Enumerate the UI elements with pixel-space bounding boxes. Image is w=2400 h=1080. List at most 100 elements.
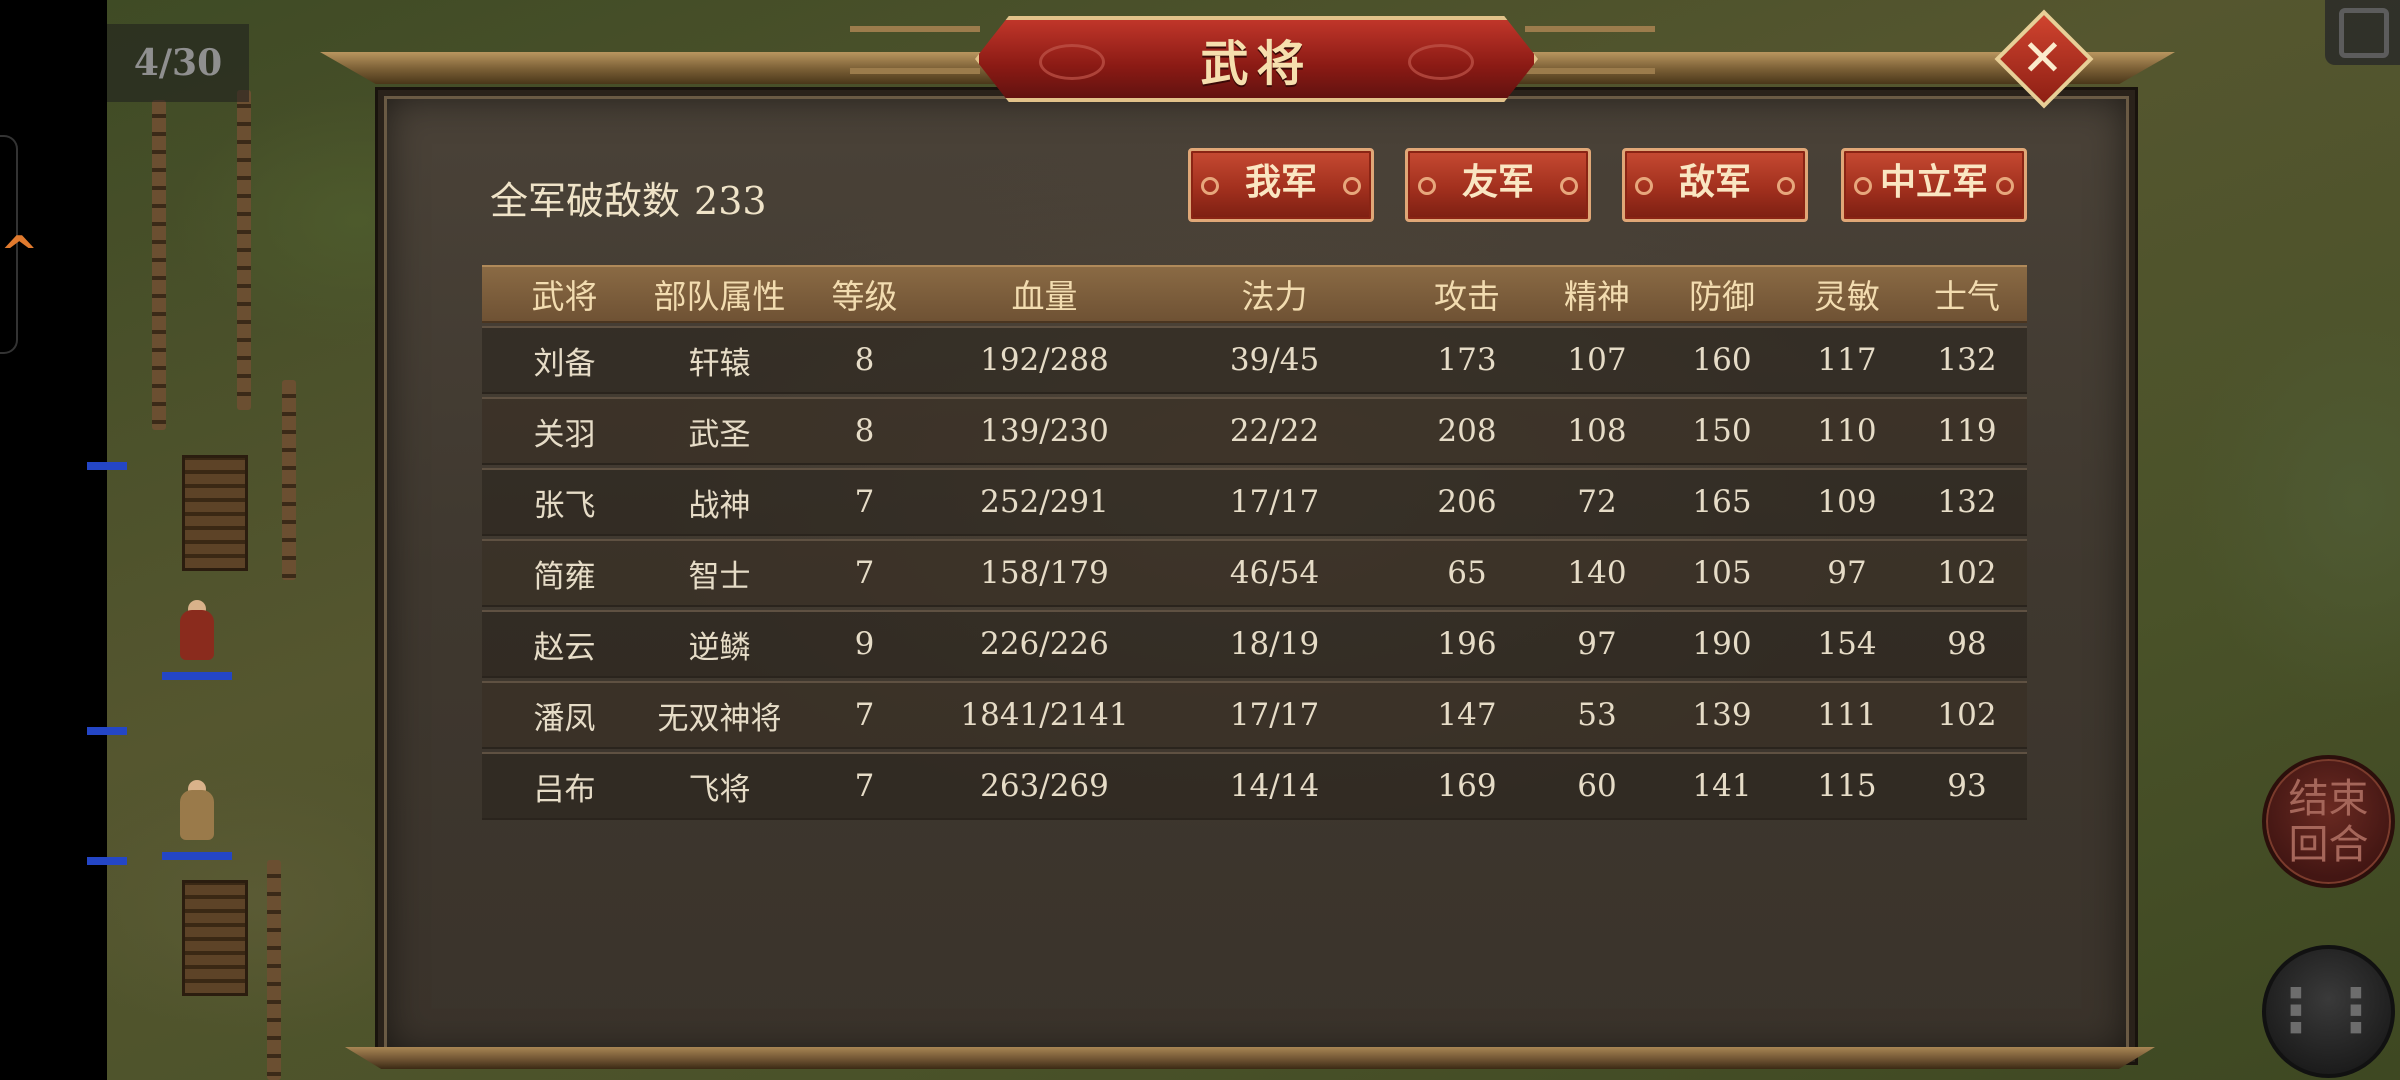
chevron-icon[interactable]: ^ (0, 228, 40, 278)
table-header: 武将 部队属性 等级 血量 法力 攻击 精神 防御 灵敏 士气 (482, 265, 2027, 323)
level: 8 (854, 413, 875, 449)
unit-hp-bar (162, 672, 232, 680)
menu-lines-icon: ⋮⋮⋮ (2266, 976, 2400, 1046)
turn-counter: 4/30 (107, 24, 249, 102)
header-spirit[interactable]: 精神 (1537, 267, 1657, 321)
defense: 105 (1692, 555, 1752, 591)
swirl-ornament-icon (1408, 44, 1474, 80)
attack: 65 (1447, 555, 1487, 591)
agility: 109 (1817, 484, 1877, 520)
header-attack[interactable]: 攻击 (1397, 267, 1537, 321)
unit-hp-bar (87, 727, 127, 735)
morale: 102 (1937, 697, 1997, 733)
troop-type: 无双神将 (657, 700, 782, 737)
unit-hp-bar (87, 462, 127, 470)
swirl-ornament-icon (1039, 44, 1105, 80)
mp: 17/17 (1229, 697, 1320, 733)
header-mp[interactable]: 法力 (1152, 267, 1397, 321)
generals-table: 武将 部队属性 等级 血量 法力 攻击 精神 防御 灵敏 士气 刘备 轩辕 8 … (482, 265, 2027, 820)
morale: 132 (1937, 484, 1997, 520)
mp: 14/14 (1229, 768, 1320, 804)
minimap-button[interactable] (2325, 0, 2400, 65)
general-name: 赵云 (533, 629, 596, 666)
troop-type: 战神 (688, 487, 751, 524)
table-row[interactable]: 简雍 智士 7 158/179 46/54 65 140 105 97 102 (482, 539, 2027, 607)
mp: 18/19 (1229, 626, 1320, 662)
total-kills: 全军破敌数 233 (490, 170, 781, 225)
unit-body (180, 790, 214, 840)
defense: 150 (1692, 413, 1752, 449)
agility: 110 (1817, 413, 1877, 449)
watch-tower (182, 880, 248, 996)
unit-sprite[interactable] (162, 780, 232, 860)
attack: 206 (1437, 484, 1497, 520)
defense: 141 (1692, 768, 1752, 804)
fence (282, 380, 296, 580)
unit-sprite[interactable] (87, 785, 127, 865)
attack: 173 (1437, 342, 1497, 378)
attack: 208 (1437, 413, 1497, 449)
table-row[interactable]: 潘凤 无双神将 7 1841/2141 17/17 147 53 139 111… (482, 681, 2027, 749)
morale: 119 (1937, 413, 1997, 449)
fence (267, 860, 281, 1080)
total-kills-value: 233 (694, 179, 767, 223)
header-general[interactable]: 武将 (482, 267, 647, 321)
mp: 39/45 (1229, 342, 1320, 378)
header-troop-type[interactable]: 部队属性 (647, 267, 792, 321)
close-button[interactable]: ✕ (1994, 9, 2094, 109)
dialog-title-plaque: 武将 (975, 16, 1538, 102)
tab-neutral-army[interactable]: 中立军 (1841, 148, 2027, 222)
table-row[interactable]: 赵云 逆鳞 9 226/226 18/19 196 97 190 154 98 (482, 610, 2027, 678)
mp: 46/54 (1229, 555, 1320, 591)
spirit: 60 (1577, 768, 1617, 804)
level: 7 (854, 697, 875, 733)
general-name: 简雍 (533, 558, 596, 595)
header-agility[interactable]: 灵敏 (1787, 267, 1907, 321)
mp: 22/22 (1229, 413, 1320, 449)
close-icon: ✕ (2021, 28, 2064, 87)
defense: 165 (1692, 484, 1752, 520)
table-row[interactable]: 张飞 战神 7 252/291 17/17 206 72 165 109 132 (482, 468, 2027, 536)
tab-enemy-army[interactable]: 敌军 (1622, 148, 1808, 222)
end-turn-label-line2: 回合 (2288, 821, 2369, 868)
general-name: 潘凤 (533, 700, 596, 737)
agility: 115 (1817, 768, 1877, 804)
header-defense[interactable]: 防御 (1657, 267, 1787, 321)
header-level[interactable]: 等级 (792, 267, 937, 321)
end-turn-label-line1: 结束 (2288, 775, 2369, 822)
table-row[interactable]: 刘备 轩辕 8 192/288 39/45 173 107 160 117 13… (482, 326, 2027, 394)
unit-sprite[interactable] (87, 390, 127, 470)
header-morale[interactable]: 士气 (1907, 267, 2027, 321)
troop-type: 飞将 (688, 771, 751, 808)
attack: 196 (1437, 626, 1497, 662)
dialog-frame-bottom (345, 1047, 2155, 1069)
troop-type: 武圣 (688, 416, 751, 453)
unit-sprite[interactable] (162, 600, 232, 680)
level: 8 (854, 342, 875, 378)
end-turn-button[interactable]: 结束 回合 (2262, 755, 2395, 888)
tab-our-army[interactable]: 我军 (1188, 148, 1374, 222)
defense: 160 (1692, 342, 1752, 378)
morale: 132 (1937, 342, 1997, 378)
hp: 139/230 (980, 413, 1109, 449)
level: 7 (854, 484, 875, 520)
tab-allied-army[interactable]: 友军 (1405, 148, 1591, 222)
unit-sprite[interactable] (87, 655, 127, 735)
hp: 158/179 (980, 555, 1109, 591)
dialog-title: 武将 (1200, 36, 1313, 92)
unit-hp-bar (162, 852, 232, 860)
morale: 98 (1947, 626, 1987, 662)
level: 9 (854, 626, 875, 662)
table-row[interactable]: 吕布 飞将 7 263/269 14/14 169 60 141 115 93 (482, 752, 2027, 820)
defense: 190 (1692, 626, 1752, 662)
hp: 263/269 (980, 768, 1109, 804)
watch-tower (182, 455, 248, 571)
morale: 93 (1947, 768, 1987, 804)
menu-button[interactable]: ⋮⋮⋮ (2262, 945, 2400, 1078)
table-row[interactable]: 关羽 武圣 8 139/230 22/22 208 108 150 110 11… (482, 397, 2027, 465)
total-kills-label: 全军破敌数 (490, 179, 681, 223)
troop-type: 逆鳞 (688, 629, 751, 666)
header-hp[interactable]: 血量 (937, 267, 1152, 321)
troop-type: 智士 (688, 558, 751, 595)
troop-type: 轩辕 (688, 345, 751, 382)
